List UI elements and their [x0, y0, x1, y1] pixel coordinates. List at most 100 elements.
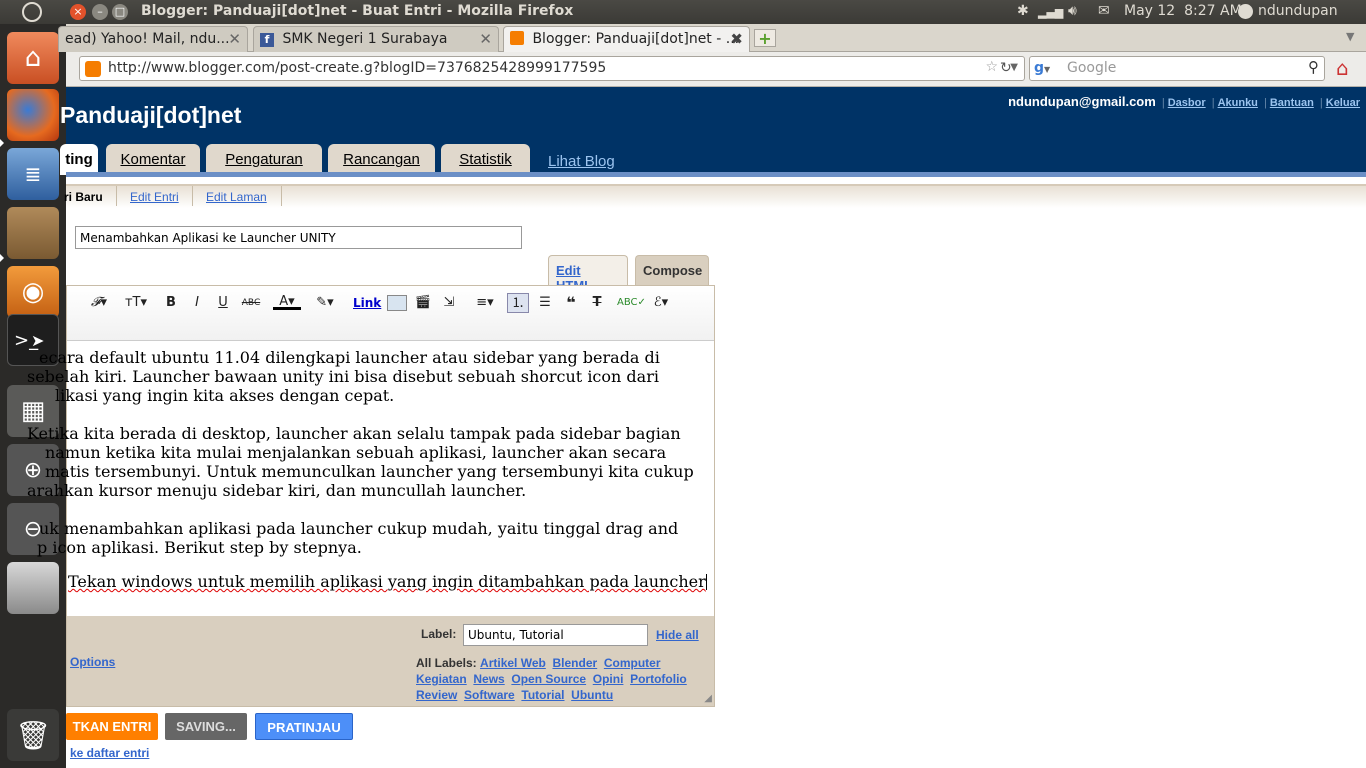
image-icon[interactable] [387, 295, 407, 311]
text-color-icon[interactable]: A▾ [273, 293, 301, 310]
list-item-1: Tekan windows untuk memilih aplikasi yan… [68, 572, 707, 591]
mail-icon[interactable]: ✉ [1098, 3, 1110, 19]
volume-icon[interactable]: 🔊︎ [1068, 3, 1077, 19]
user-email: ndundupan@gmail.com [1008, 94, 1156, 109]
label-input[interactable]: Ubuntu, Tutorial [463, 624, 648, 646]
sub-tab-new-post[interactable]: ri Baru [64, 190, 103, 204]
all-labels-caption: All Labels: [416, 656, 477, 670]
label-link[interactable]: Artikel Web [480, 656, 546, 670]
url-bar[interactable]: http://www.blogger.com/post-create.g?blo… [79, 56, 1025, 81]
bookmark-star-icon[interactable]: ☆ [985, 59, 998, 75]
preview-button[interactable]: PRATINJAU [255, 713, 353, 740]
ubuntu-logo-icon[interactable] [22, 2, 42, 22]
back-to-posts-link[interactable]: ke daftar entri [70, 746, 149, 760]
firefox-icon[interactable] [7, 89, 59, 141]
editor-toolbar: 𝓕▾ тT▾ B I U ABC A▾ ✎▾ Link 🎬︎ ⇲ ≡▾ ⒈ ☰ … [67, 286, 714, 341]
tab-pengaturan[interactable]: Pengaturan [206, 144, 322, 175]
home-icon[interactable]: ⌂ [1336, 56, 1349, 80]
label-link[interactable]: Kegiatan [416, 672, 467, 686]
quote-icon[interactable]: ❝ [561, 293, 581, 313]
label-link[interactable]: Software [464, 688, 515, 702]
label-link[interactable]: Open Source [511, 672, 586, 686]
clock[interactable]: May 12 8:27 AM [1124, 3, 1242, 19]
font-family-icon[interactable]: 𝓕▾ [85, 293, 113, 313]
search-icon[interactable]: ⚲ [1308, 58, 1319, 76]
clear-format-icon[interactable]: T [587, 293, 607, 313]
view-blog-link[interactable]: Lihat Blog [548, 153, 615, 170]
google-icon[interactable]: g▼ [1034, 60, 1050, 76]
label-link[interactable]: Ubuntu [571, 688, 613, 702]
post-options-link[interactable]: Options [70, 655, 115, 669]
tab-posting[interactable]: ting [60, 144, 98, 175]
tab-list-icon[interactable]: ▼ [1346, 30, 1354, 43]
home-folder-icon[interactable]: ⌂ [7, 32, 59, 84]
edit-html-tab[interactable]: Edit HTML [548, 255, 628, 293]
label-link[interactable]: Review [416, 688, 457, 702]
post-title-input[interactable]: Menambahkan Aplikasi ke Launcher UNITY [75, 226, 522, 249]
tab-yahoo-mail[interactable]: ead) Yahoo! Mail, ndu... ✕ [58, 26, 248, 52]
navigation-bar: http://www.blogger.com/post-create.g?blo… [66, 52, 1366, 87]
trash-icon[interactable]: 🗑︎ [7, 709, 59, 761]
hide-all-link[interactable]: Hide all [656, 628, 699, 642]
publish-button[interactable]: TKAN ENTRI [66, 713, 158, 740]
numbered-list-icon[interactable]: ⒈ [507, 293, 529, 313]
close-icon[interactable]: ✕ [479, 30, 492, 48]
window-minimize-button[interactable]: – [92, 4, 108, 20]
resize-grip-icon[interactable]: ◢ [704, 693, 712, 704]
label-link[interactable]: News [473, 672, 504, 686]
window-close-button[interactable]: × [70, 4, 86, 20]
saving-button[interactable]: SAVING... [165, 713, 247, 740]
tab-blogger[interactable]: Blogger: Panduaji[dot]net - ... ✖ [503, 26, 750, 52]
network-icon[interactable]: ▂▄▆ [1038, 6, 1063, 19]
header-rule [66, 172, 1366, 177]
link-button[interactable]: Link [353, 293, 381, 313]
font-size-icon[interactable]: тT▾ [121, 293, 151, 313]
jump-break-icon[interactable]: ⇲ [440, 293, 458, 313]
tab-label: SMK Negeri 1 Surabaya [282, 31, 448, 47]
label-link[interactable]: Tutorial [521, 688, 564, 702]
tab-rancangan[interactable]: Rancangan [328, 144, 435, 175]
tab-komentar[interactable]: Komentar [106, 144, 200, 175]
bluetooth-icon[interactable]: ✱ [1017, 3, 1029, 19]
video-icon[interactable]: 🎬︎ [413, 293, 433, 313]
label-link[interactable]: Blender [553, 656, 598, 670]
compose-tab[interactable]: Compose [635, 255, 709, 285]
sub-tab-edit-posts[interactable]: Edit Entri [130, 190, 179, 204]
blender-icon[interactable]: ◉ [7, 266, 59, 318]
window-title: Blogger: Panduaji[dot]net - Buat Entri -… [141, 3, 574, 19]
session-icon[interactable] [1238, 4, 1253, 19]
tab-statistik[interactable]: Statistik [441, 144, 530, 175]
window-maximize-button[interactable]: □ [112, 4, 128, 20]
transliteration-icon[interactable]: ℰ▾ [645, 293, 677, 313]
writer-icon[interactable]: ≣ [7, 148, 59, 200]
sub-tab-edit-pages[interactable]: Edit Laman [206, 190, 267, 204]
tab-smk-negeri[interactable]: f SMK Negeri 1 Surabaya ✕ [253, 26, 499, 52]
label-link[interactable]: Portofolio [630, 672, 687, 686]
align-icon[interactable]: ≡▾ [471, 293, 499, 313]
user-name[interactable]: ndundupan [1258, 3, 1338, 19]
text-cursor [705, 574, 707, 590]
highlight-color-icon[interactable]: ✎▾ [311, 293, 339, 313]
post-body-editor[interactable]: ecara default ubuntu 11.04 dilengkapi la… [27, 341, 714, 616]
label-link[interactable]: Opini [593, 672, 624, 686]
label-caption: Label: [421, 627, 457, 641]
label-link[interactable]: Computer [604, 656, 661, 670]
new-tab-button[interactable]: + [754, 29, 776, 47]
link-akunku[interactable]: Akunku [1218, 97, 1258, 109]
search-bar[interactable]: g▼ Google ⚲ [1029, 56, 1325, 81]
underline-icon[interactable]: U [215, 293, 231, 313]
link-dasbor[interactable]: Dasbor [1168, 97, 1206, 109]
bold-icon[interactable]: B [163, 293, 179, 313]
italic-icon[interactable]: I [189, 293, 205, 313]
bullet-list-icon[interactable]: ☰ [535, 293, 555, 313]
drive-icon[interactable] [7, 562, 59, 614]
reload-icon[interactable]: ↻ [1000, 60, 1012, 76]
facebook-icon: f [260, 33, 274, 47]
software-center-icon[interactable] [7, 207, 59, 259]
strikethrough-icon[interactable]: ABC [241, 293, 261, 313]
close-icon[interactable]: ✖ [730, 30, 743, 48]
link-bantuan[interactable]: Bantuan [1270, 97, 1314, 109]
close-icon[interactable]: ✕ [228, 30, 241, 48]
spellcheck-icon[interactable]: ABC✓ [617, 293, 646, 313]
link-keluar[interactable]: Keluar [1326, 97, 1360, 109]
